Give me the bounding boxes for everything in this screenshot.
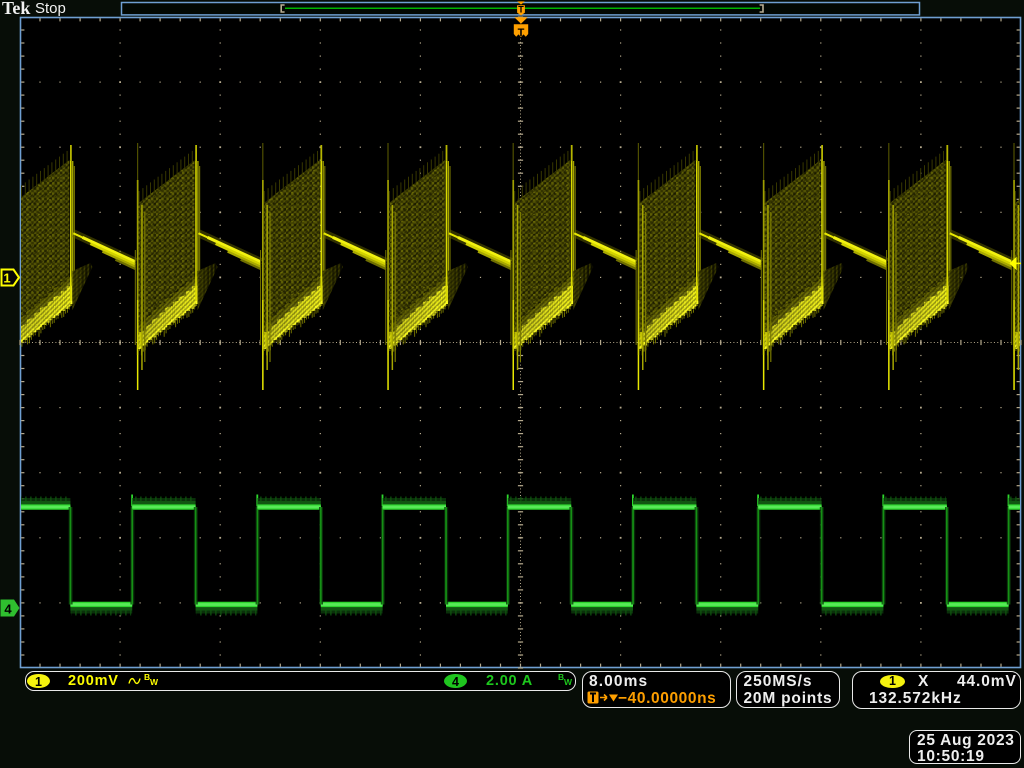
svg-text:1: 1 (3, 271, 10, 286)
svg-text:4: 4 (4, 602, 12, 617)
svg-text:T: T (518, 4, 524, 14)
svg-text:T: T (518, 27, 525, 39)
